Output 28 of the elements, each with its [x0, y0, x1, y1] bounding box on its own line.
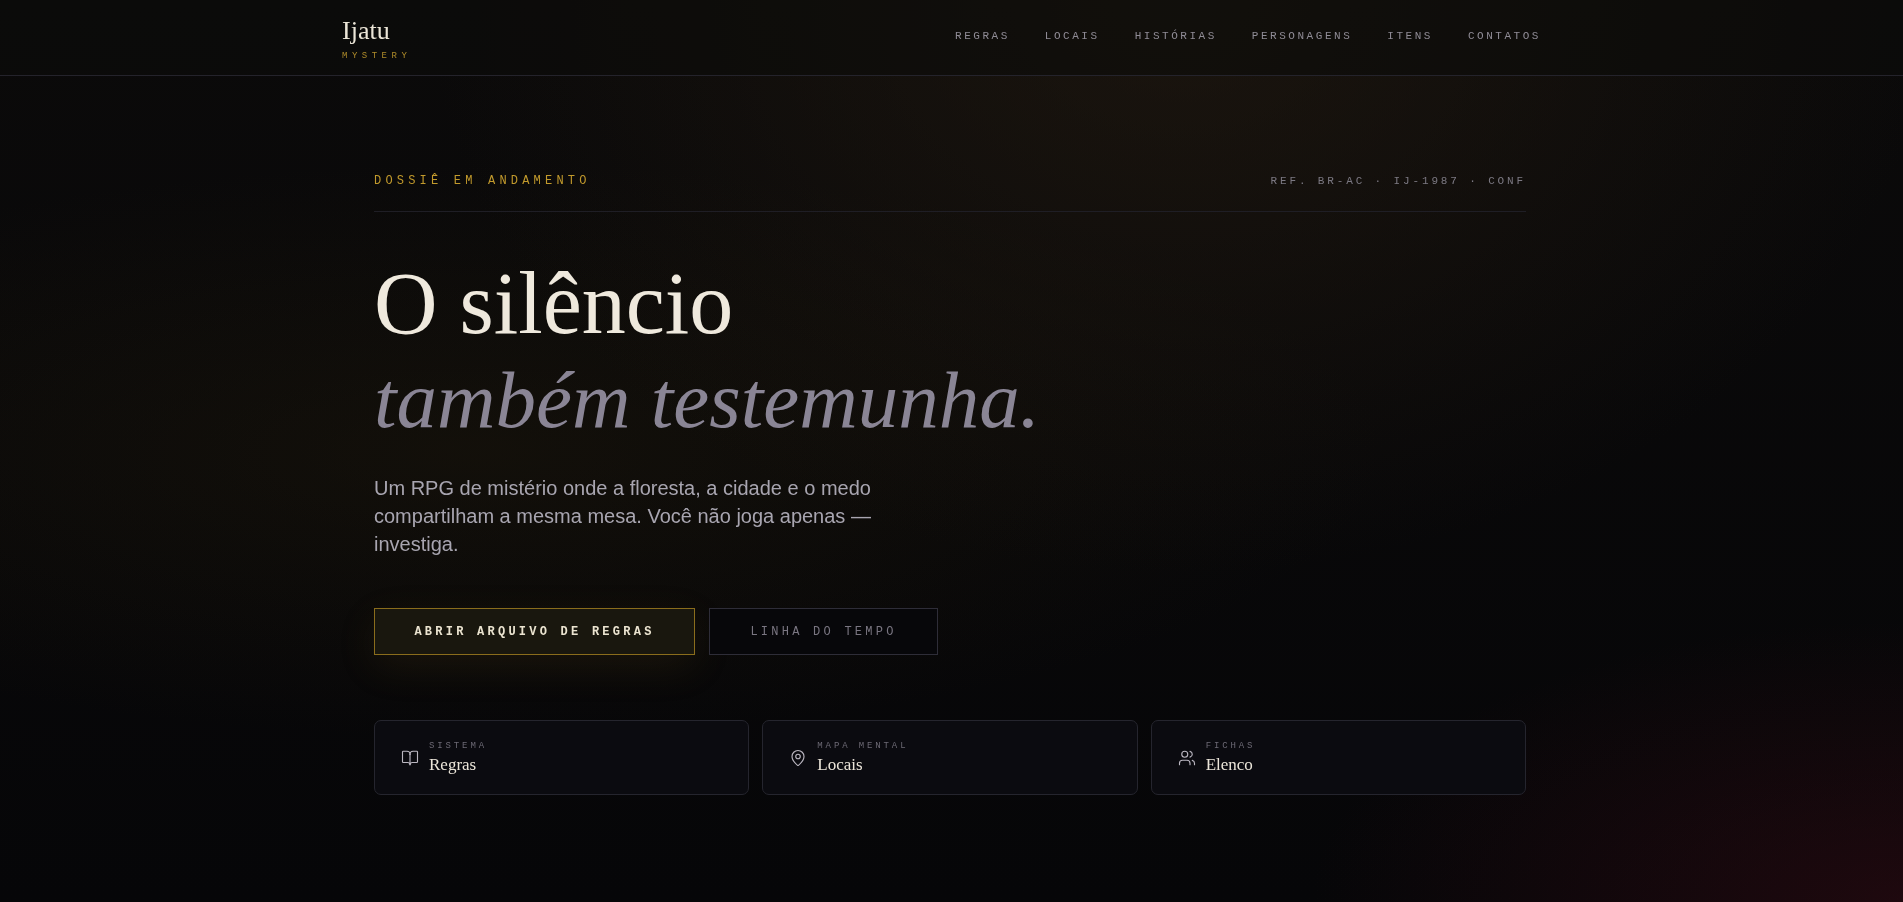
eyebrow-label: DOSSIÊ EM ANDAMENTO — [374, 173, 591, 189]
headline-second-line: também testemunha. — [374, 354, 1040, 447]
nav-link[interactable]: CONTATOS — [1467, 28, 1541, 43]
secondary-button[interactable]: LINHA DO TEMPO — [709, 608, 938, 655]
intro-paragraph: Um RPG de mistério onde a floresta, a cidade e o medo compartilham a mesma mesa. Você não joga apenas — investiga. — [374, 476, 872, 557]
people-icon — [1177, 748, 1196, 767]
nav-link[interactable]: LOCAIS — [1044, 28, 1100, 43]
section-card[interactable]: SISTEMA Regras — [374, 720, 750, 795]
primary-button[interactable]: ABRIR ARQUIVO DE REGRAS — [374, 608, 695, 655]
card-label: FICHAS — [1205, 739, 1256, 752]
nav-link[interactable]: HISTÓRIAS — [1134, 28, 1217, 43]
reference-code: REF. BR-AC · IJ-1987 · CONF — [1270, 174, 1526, 189]
card-label: SISTEMA — [429, 739, 487, 752]
map-pin-icon — [789, 748, 808, 767]
nav-link[interactable]: REGRAS — [955, 28, 1010, 43]
section-card[interactable]: MAPA MENTAL Locais — [762, 720, 1138, 795]
nav-link[interactable]: PERSONAGENS — [1251, 28, 1353, 43]
logo-name: Ijatu — [342, 15, 391, 46]
section-card[interactable]: FICHAS Elenco — [1150, 720, 1526, 795]
card-label: MAPA MENTAL — [817, 739, 909, 752]
card-title: Locais — [817, 753, 864, 776]
logo-tagline: MYSTERY — [342, 49, 412, 62]
headline-first-line: O silêncio — [374, 256, 734, 352]
site-logo[interactable]: Ijatu MYSTERY — [342, 13, 412, 62]
nav-link[interactable]: ITENS — [1387, 28, 1433, 43]
card-title: Elenco — [1205, 753, 1254, 776]
open-book-icon — [401, 748, 419, 767]
card-title: Regras — [429, 753, 478, 776]
